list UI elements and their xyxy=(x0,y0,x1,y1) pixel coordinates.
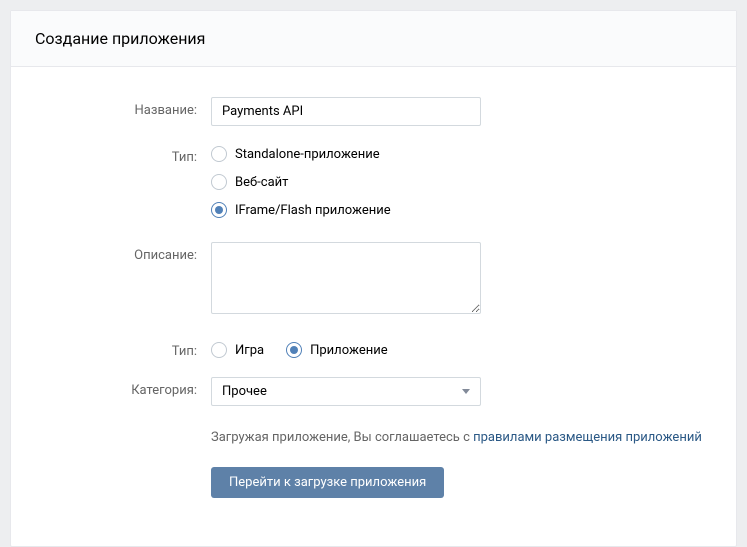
radio-label: IFrame/Flash приложение xyxy=(235,203,391,218)
radio-label: Веб-сайт xyxy=(235,175,288,190)
type1-radio-group: Standalone-приложение Веб-сайт IFrame/Fl… xyxy=(211,144,712,218)
app-creation-panel: Создание приложения Название: Тип: Stand… xyxy=(10,10,737,547)
type1-label: Тип: xyxy=(35,144,211,165)
radio-icon xyxy=(211,202,227,218)
category-label: Категория: xyxy=(35,377,211,398)
category-value: Прочее xyxy=(222,384,267,399)
type2-radio-group: Игра Приложение xyxy=(211,338,712,358)
radio-label: Standalone-приложение xyxy=(235,147,380,162)
name-label: Название: xyxy=(35,97,211,118)
page-title: Создание приложения xyxy=(35,29,712,48)
radio-icon xyxy=(211,146,227,162)
category-select[interactable]: Прочее xyxy=(211,377,481,406)
consent-row: Загружая приложение, Вы соглашаетесь с п… xyxy=(35,430,712,498)
panel-header: Создание приложения xyxy=(11,11,736,67)
name-input[interactable] xyxy=(211,97,481,126)
type1-option-website[interactable]: Веб-сайт xyxy=(211,174,712,190)
type2-label: Тип: xyxy=(35,338,211,359)
name-row: Название: xyxy=(35,97,712,126)
radio-label: Приложение xyxy=(310,343,388,358)
radio-icon xyxy=(286,342,302,358)
chevron-down-icon xyxy=(462,389,470,394)
description-label: Описание: xyxy=(35,242,211,263)
terms-link[interactable]: правилами размещения приложений xyxy=(473,430,702,445)
radio-icon xyxy=(211,342,227,358)
radio-label: Игра xyxy=(235,343,264,358)
submit-button[interactable]: Перейти к загрузке приложения xyxy=(211,467,444,498)
type1-option-standalone[interactable]: Standalone-приложение xyxy=(211,146,712,162)
type2-row: Тип: Игра Приложение xyxy=(35,338,712,359)
description-row: Описание: xyxy=(35,242,712,318)
radio-icon xyxy=(211,174,227,190)
consent-text: Загружая приложение, Вы соглашаетесь с п… xyxy=(211,430,712,445)
type1-row: Тип: Standalone-приложение Веб-сайт IFra… xyxy=(35,144,712,218)
form-body: Название: Тип: Standalone-приложение Веб… xyxy=(11,67,736,546)
category-row: Категория: Прочее xyxy=(35,377,712,406)
description-input[interactable] xyxy=(211,242,481,314)
consent-prefix: Загружая приложение, Вы соглашаетесь с xyxy=(211,430,473,445)
type1-option-iframe[interactable]: IFrame/Flash приложение xyxy=(211,202,712,218)
type2-option-application[interactable]: Приложение xyxy=(286,342,388,358)
type2-option-game[interactable]: Игра xyxy=(211,342,264,358)
